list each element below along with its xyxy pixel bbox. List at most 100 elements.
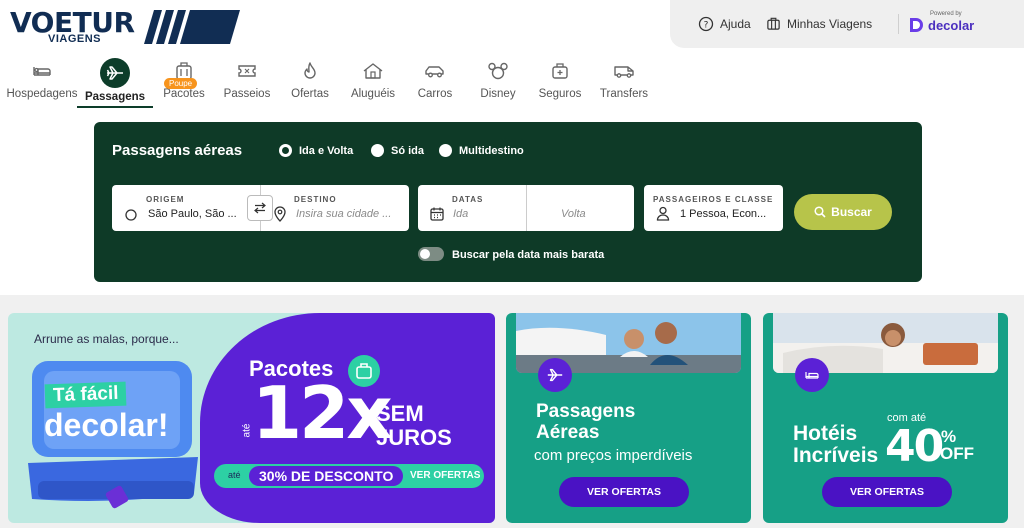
bed-icon: [33, 67, 51, 76]
nav-label: Ofertas: [291, 88, 329, 100]
nav-item-carros[interactable]: Carros: [399, 58, 471, 106]
origin-circle-icon: [125, 209, 137, 221]
person-icon: [656, 206, 670, 221]
depart-placeholder: Ida: [453, 208, 469, 220]
cheapest-date-toggle[interactable]: [418, 247, 444, 261]
headline-ta-facil: Tá fácil: [44, 381, 127, 409]
partner-name: decolar: [928, 18, 975, 33]
radio-label: Ida e Volta: [299, 144, 354, 157]
search-button[interactable]: Buscar: [794, 194, 892, 230]
flights-banner[interactable]: Passagens Aéreas com preços imperdíveis …: [506, 313, 751, 523]
dates-field[interactable]: DATAS Ida Volta: [418, 185, 634, 231]
active-icon-circle: [100, 58, 130, 88]
radio-multi-destination[interactable]: Multidestino: [439, 144, 524, 157]
hotels-off-label: OFF: [940, 444, 974, 463]
destination-label: DESTINO: [294, 195, 337, 204]
medical-bag-icon: [552, 63, 568, 79]
radio-round-trip[interactable]: Ida e Volta: [279, 144, 353, 157]
hotels-title: Hotéis Incríveis: [793, 422, 879, 467]
passengers-label: PASSAGEIROS E CLASSE: [653, 195, 774, 204]
airplane-icon: [106, 66, 123, 80]
nav-label: Hospedagens: [6, 88, 78, 100]
nav-label: Seguros: [538, 88, 582, 100]
page: VOETUR VIAGENS ? Ajuda Minhas Viagens Po…: [0, 0, 1024, 528]
van-icon: [614, 66, 634, 78]
help-link[interactable]: ? Ajuda: [698, 16, 751, 32]
upto-label: até: [241, 423, 253, 438]
return-placeholder: Volta: [561, 208, 586, 220]
destination-placeholder: Insira sua cidade ...: [296, 208, 392, 220]
flights-subtitle: com preços imperdíveis: [534, 447, 693, 464]
utility-divider: [898, 14, 899, 34]
nav-label: Passeios: [223, 88, 271, 100]
dates-label: DATAS: [452, 195, 484, 204]
button-label: VER OFERTAS: [587, 486, 661, 498]
search-title: Passagens aéreas: [112, 142, 243, 159]
packages-see-offers-link[interactable]: VER OFERTAS: [410, 470, 480, 481]
packages-banner[interactable]: Arrume as malas, porque... Tá fácil deco…: [8, 313, 495, 523]
destination-field[interactable]: DESTINO Insira sua cidade ...: [261, 185, 409, 231]
category-nav: Hospedagens Passagens Pacotes Poupe Pass…: [0, 58, 660, 110]
flight-search-panel: Passagens aéreas Ida e Volta Só ida Mult…: [94, 122, 922, 282]
bed-icon: [805, 372, 819, 379]
house-icon: [363, 63, 383, 79]
search-icon: [814, 206, 826, 218]
discount-prefix: até: [228, 470, 241, 480]
poupe-badge: Poupe: [164, 78, 198, 89]
installments-value: 12x: [252, 371, 393, 455]
nav-label: Carros: [417, 88, 453, 100]
origin-value: São Paulo, São ...: [148, 208, 237, 220]
passengers-field[interactable]: PASSAGEIROS E CLASSE 1 Pessoa, Econ...: [644, 185, 783, 231]
headline-decolar: decolar!: [44, 407, 169, 443]
radio-one-way[interactable]: Só ida: [371, 144, 424, 157]
bed-badge: [795, 358, 829, 392]
radio-dot: [279, 144, 292, 157]
airplane-icon: [547, 368, 563, 382]
calendar-icon: [430, 207, 444, 221]
nav-item-hospedagens[interactable]: Hospedagens: [6, 58, 78, 106]
search-button-label: Buscar: [831, 205, 872, 219]
question-circle-icon: ?: [698, 16, 714, 32]
active-tab-underline: [77, 106, 153, 108]
swap-button[interactable]: [247, 195, 273, 221]
hotels-see-offers-button[interactable]: VER OFERTAS: [822, 477, 952, 507]
swap-arrows-icon: [254, 202, 266, 214]
banner-tagline: Arrume as malas, porque...: [34, 332, 179, 346]
logo-stripes-icon: [144, 10, 240, 44]
radio-label: Só ida: [391, 144, 425, 157]
nav-label: Transfers: [599, 88, 649, 100]
field-divider: [526, 185, 527, 231]
passengers-value: 1 Pessoa, Econ...: [680, 208, 767, 220]
radio-dot: [371, 144, 384, 157]
nav-label: Pacotes: [163, 88, 205, 100]
hotels-percent: 40: [885, 421, 944, 472]
car-icon: [425, 66, 444, 78]
hotels-banner[interactable]: Hotéis Incríveis com até 40 % OFF VER OF…: [763, 313, 1008, 523]
svg-text:?: ?: [704, 21, 709, 31]
nav-item-passeios[interactable]: Passeios: [211, 58, 283, 106]
flights-see-offers-button[interactable]: VER OFERTAS: [559, 477, 689, 507]
my-trips-label: Minhas Viagens: [787, 16, 873, 31]
nav-item-transfers[interactable]: Transfers: [588, 58, 660, 106]
decolar-mark-icon: [910, 18, 923, 32]
location-pin-icon: [274, 206, 286, 222]
utility-bar: ? Ajuda Minhas Viagens Powered by decola…: [670, 0, 1024, 48]
no-interest-label: SEM JUROS: [376, 401, 452, 450]
button-label: VER OFERTAS: [850, 486, 924, 498]
flights-title: Passagens Aéreas: [536, 401, 636, 443]
nav-item-passagens[interactable]: Passagens: [79, 58, 151, 106]
my-trips-link[interactable]: Minhas Viagens: [766, 16, 872, 31]
voetur-logo[interactable]: VOETUR VIAGENS: [10, 6, 250, 48]
discount-label: 30% DE DESCONTO: [249, 466, 404, 486]
nav-label: Passagens: [84, 91, 146, 103]
logo-subtitle: VIAGENS: [48, 33, 102, 45]
mickey-icon: [488, 62, 508, 80]
help-label: Ajuda: [720, 17, 751, 31]
suitcase-icon: [767, 17, 780, 30]
radio-label: Multidestino: [459, 144, 524, 157]
nav-item-seguros[interactable]: Seguros: [524, 58, 596, 106]
origin-field[interactable]: ORIGEM São Paulo, São ...: [112, 185, 260, 231]
nav-item-ofertas[interactable]: Ofertas: [274, 58, 346, 106]
airplane-badge: [538, 358, 572, 392]
powered-by-label: Powered by: [930, 11, 962, 17]
